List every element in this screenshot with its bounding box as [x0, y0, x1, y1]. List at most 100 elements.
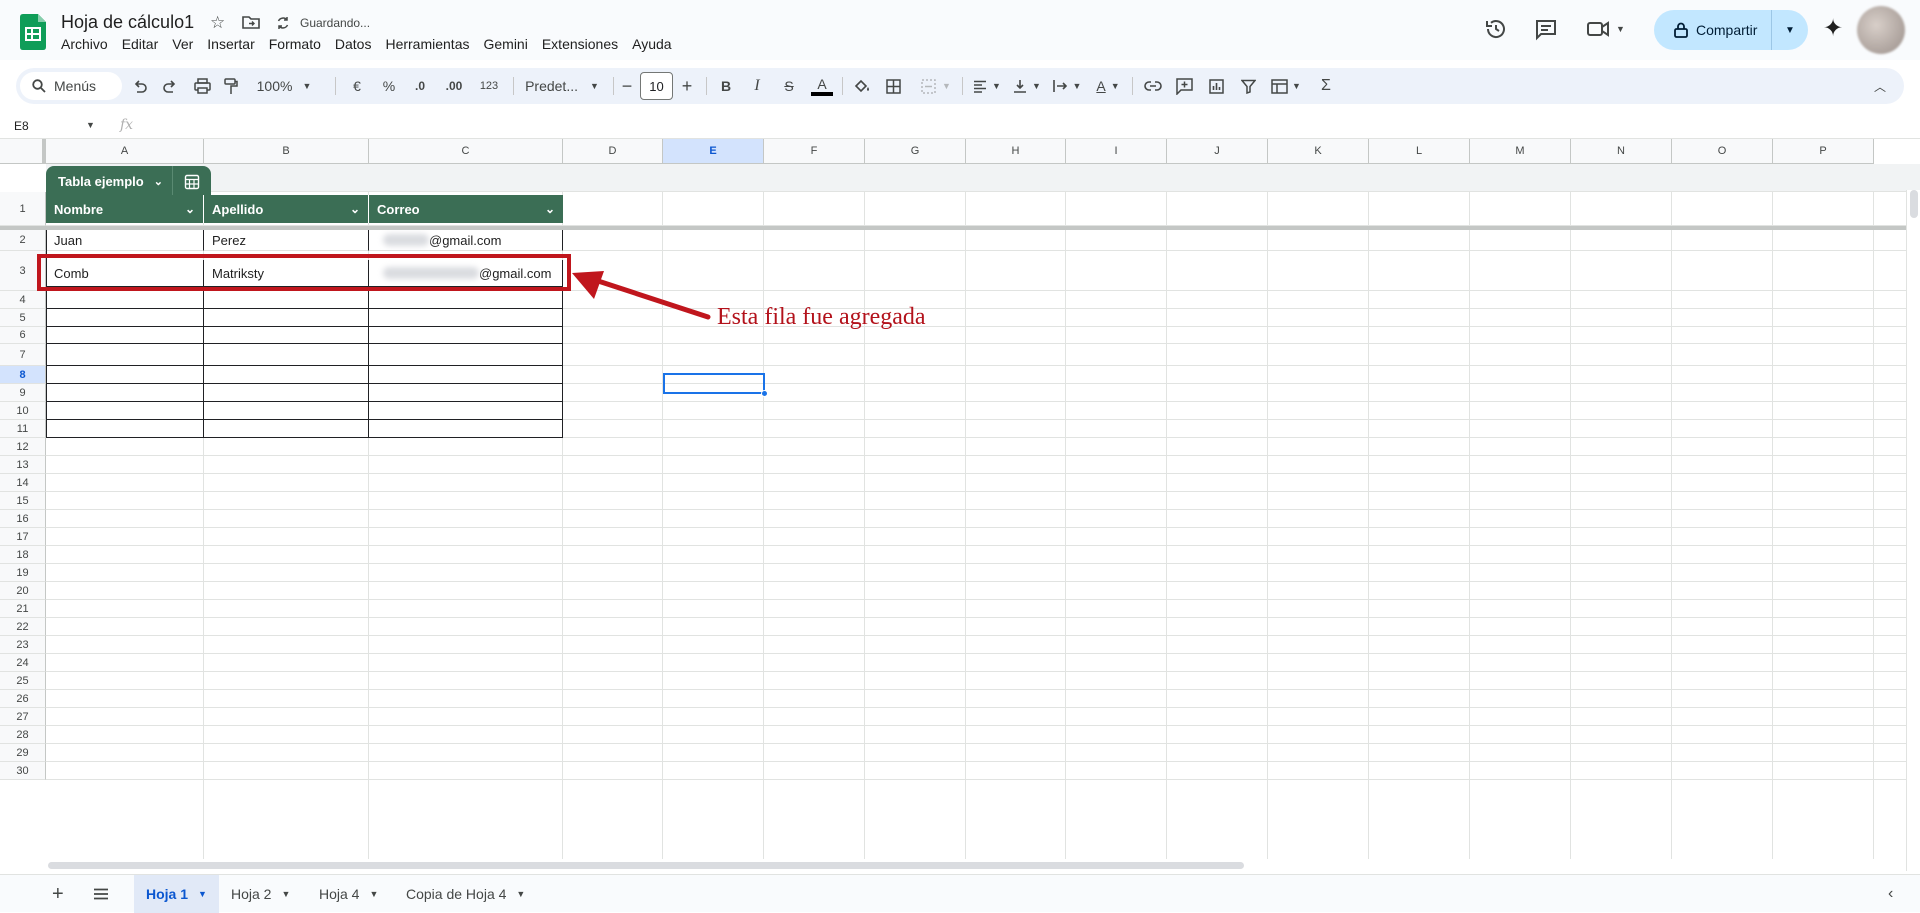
row-header-25[interactable]: 25 — [0, 672, 46, 690]
link-icon[interactable] — [1144, 81, 1162, 91]
row-header-19[interactable]: 19 — [0, 564, 46, 582]
cell-c2[interactable]: @gmail.com — [369, 230, 563, 251]
table-empty-cell[interactable] — [204, 309, 369, 327]
table-empty-cell[interactable] — [369, 291, 563, 309]
row-header-6[interactable]: 6 — [0, 327, 46, 344]
table-empty-cell[interactable] — [204, 402, 369, 420]
column-header-l[interactable]: L — [1369, 139, 1470, 164]
table-empty-cell[interactable] — [204, 327, 369, 344]
column-header-b[interactable]: B — [204, 139, 369, 164]
sheet-tab-hoja-4[interactable]: Hoja 4 ▼ — [307, 875, 390, 913]
sheet-tab-copia-de-hoja-4[interactable]: Copia de Hoja 4 ▼ — [394, 875, 537, 913]
text-color-button[interactable]: A — [809, 68, 835, 104]
column-header-m[interactable]: M — [1470, 139, 1571, 164]
chevron-down-icon[interactable]: ⌄ — [154, 175, 163, 188]
currency-format-button[interactable]: € — [344, 68, 370, 104]
row-header-16[interactable]: 16 — [0, 510, 46, 528]
share-button[interactable]: Compartir — [1654, 10, 1772, 50]
select-all-corner[interactable] — [0, 139, 46, 164]
table-header-apellido[interactable]: Apellido ⌄ — [204, 195, 369, 223]
table-empty-cell[interactable] — [204, 366, 369, 384]
table-empty-cell[interactable] — [369, 420, 563, 438]
insert-chart-icon[interactable] — [1209, 79, 1224, 94]
paint-format-icon[interactable] — [224, 78, 238, 95]
explore-panel-chevron-icon[interactable]: ‹ — [1888, 885, 1893, 903]
menu-herramientas[interactable]: Herramientas — [378, 36, 476, 52]
table-empty-cell[interactable] — [46, 366, 204, 384]
add-sheet-button[interactable]: + — [52, 883, 64, 906]
table-empty-cell[interactable] — [46, 327, 204, 344]
row-header-5[interactable]: 5 — [0, 309, 46, 327]
undo-icon[interactable] — [133, 80, 147, 93]
decrease-decimals-button[interactable]: .0 — [407, 68, 433, 104]
percent-format-button[interactable]: % — [376, 68, 402, 104]
column-header-k[interactable]: K — [1268, 139, 1369, 164]
table-empty-cell[interactable] — [46, 402, 204, 420]
video-call-button[interactable]: ▼ — [1586, 17, 1625, 41]
row-header-13[interactable]: 13 — [0, 456, 46, 474]
table-empty-cell[interactable] — [204, 344, 369, 366]
table-empty-cell[interactable] — [369, 309, 563, 327]
menu-gemini[interactable]: Gemini — [476, 36, 534, 52]
column-header-p[interactable]: P — [1773, 139, 1874, 164]
table-options-button[interactable] — [172, 166, 211, 197]
gemini-sparkle-icon[interactable]: ✦ — [1823, 14, 1843, 43]
row-header-28[interactable]: 28 — [0, 726, 46, 744]
merge-cells-button[interactable]: ▼ — [918, 68, 954, 104]
table-empty-cell[interactable] — [369, 327, 563, 344]
text-rotation-button[interactable]: A ▼ — [1092, 68, 1124, 104]
redo-icon[interactable] — [163, 80, 177, 93]
sheet-tab-hoja-2[interactable]: Hoja 2 ▼ — [219, 875, 302, 913]
chevron-down-icon[interactable]: ⌄ — [545, 202, 555, 216]
table-empty-cell[interactable] — [46, 384, 204, 402]
column-header-a[interactable]: A — [46, 139, 204, 164]
cell-b2[interactable]: Perez — [204, 230, 369, 251]
table-empty-cell[interactable] — [46, 420, 204, 438]
font-size-input[interactable]: 10 — [640, 72, 673, 100]
cell-a2[interactable]: Juan — [46, 230, 204, 251]
sheet-tab-hoja-1[interactable]: Hoja 1 ▼ — [134, 875, 219, 913]
number-format-button[interactable]: 123 — [474, 68, 504, 104]
increase-font-size-button[interactable]: + — [678, 68, 696, 104]
name-box[interactable]: E8 — [14, 119, 29, 133]
menu-extensiones[interactable]: Extensiones — [535, 36, 625, 52]
strikethrough-button[interactable]: S — [777, 68, 801, 104]
vertical-align-button[interactable]: ▼ — [1011, 68, 1043, 104]
decrease-font-size-button[interactable]: − — [618, 68, 636, 104]
share-options-chevron-icon[interactable]: ▼ — [1772, 25, 1808, 36]
menus-search[interactable]: Menús — [20, 72, 122, 100]
filter-views-button[interactable]: ▼ — [1268, 68, 1304, 104]
bold-button[interactable]: B — [714, 68, 738, 104]
column-header-d[interactable]: D — [563, 139, 663, 164]
fill-color-icon[interactable] — [854, 78, 871, 94]
row-header-30[interactable]: 30 — [0, 762, 46, 780]
row-header-24[interactable]: 24 — [0, 654, 46, 672]
chevron-down-icon[interactable]: ⌄ — [185, 202, 195, 216]
table-empty-cell[interactable] — [46, 291, 204, 309]
insert-comment-icon[interactable] — [1176, 78, 1193, 95]
row-header-8[interactable]: 8 — [0, 366, 46, 384]
chevron-down-icon[interactable]: ⌄ — [350, 202, 360, 216]
menu-formato[interactable]: Formato — [262, 36, 328, 52]
comments-icon[interactable] — [1534, 17, 1558, 41]
row-header-15[interactable]: 15 — [0, 492, 46, 510]
table-empty-cell[interactable] — [369, 402, 563, 420]
table-empty-cell[interactable] — [204, 384, 369, 402]
row-header-26[interactable]: 26 — [0, 690, 46, 708]
vertical-scroll-thumb[interactable] — [1910, 190, 1918, 218]
menu-insertar[interactable]: Insertar — [200, 36, 261, 52]
table-header-correo[interactable]: Correo ⌄ — [369, 195, 563, 223]
row-header-21[interactable]: 21 — [0, 600, 46, 618]
selected-cell-e8[interactable] — [663, 373, 765, 394]
row-header-29[interactable]: 29 — [0, 744, 46, 762]
chevron-down-icon[interactable]: ▼ — [516, 889, 525, 899]
row-header-23[interactable]: 23 — [0, 636, 46, 654]
row-header-2[interactable]: 2 — [0, 230, 46, 251]
column-header-g[interactable]: G — [865, 139, 966, 164]
table-empty-cell[interactable] — [369, 344, 563, 366]
table-empty-cell[interactable] — [204, 291, 369, 309]
collapse-toolbar-chevron-icon[interactable]: ︿ — [1868, 68, 1892, 104]
row-header-20[interactable]: 20 — [0, 582, 46, 600]
table-empty-cell[interactable] — [204, 420, 369, 438]
horizontal-align-button[interactable]: ▼ — [970, 68, 1004, 104]
